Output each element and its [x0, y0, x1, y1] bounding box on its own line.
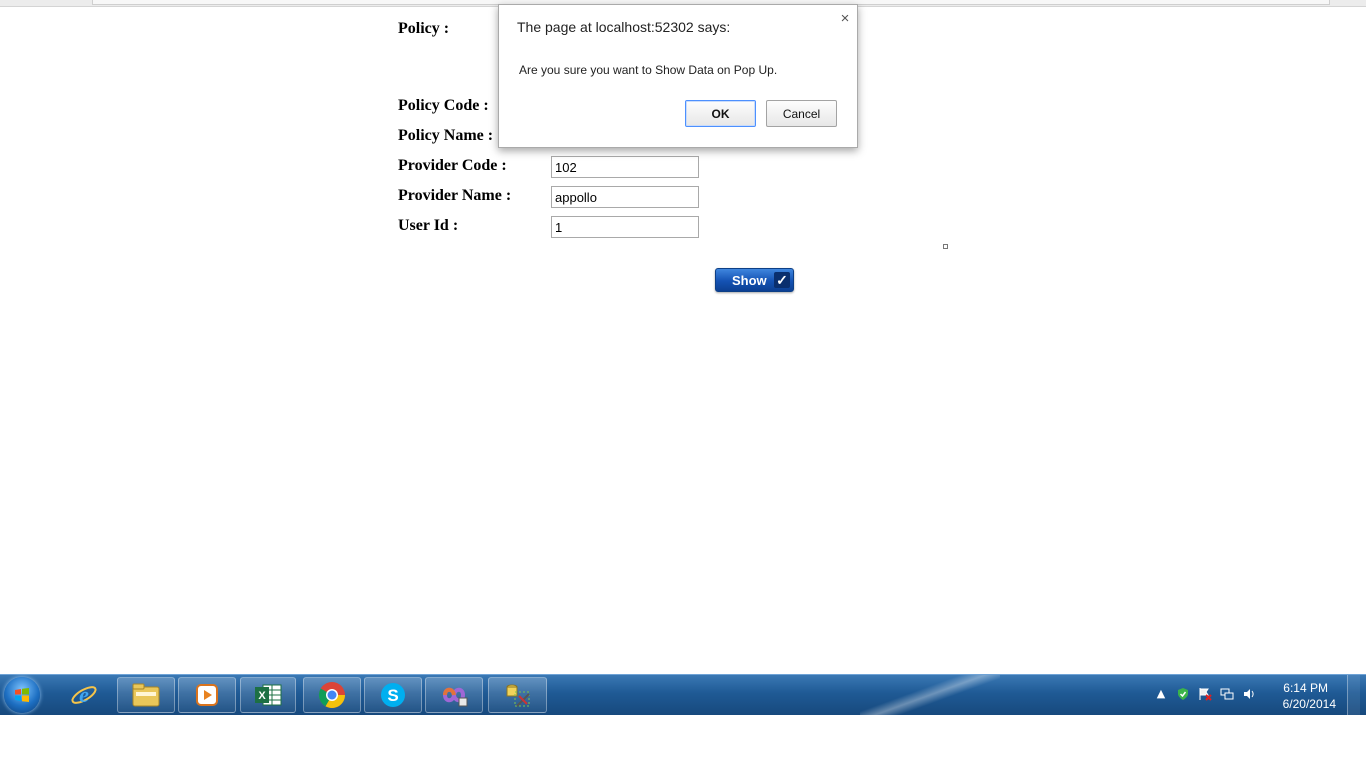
sql-tool-icon[interactable] [488, 677, 547, 713]
excel-glyph-icon: X [255, 684, 282, 706]
policy-code-label: Policy Code : [398, 97, 489, 114]
clock-time[interactable]: 6:14 PM [1283, 681, 1328, 695]
provider-code-label: Provider Code : [398, 157, 507, 174]
windows-explorer-icon[interactable] [117, 677, 175, 713]
volume-icon[interactable] [1242, 687, 1256, 701]
visual-studio-icon[interactable] [425, 677, 483, 713]
network-icon[interactable] [1220, 687, 1234, 701]
svg-text:S: S [387, 686, 398, 705]
taskbar: e X S ▲ 6:14 PM 6/20/2014 [0, 674, 1366, 715]
infinity-icon [442, 687, 468, 707]
windows-logo-icon [15, 688, 29, 702]
clock-date[interactable]: 6/20/2014 [1283, 697, 1336, 711]
confirm-dialog: The page at localhost:52302 says: × Are … [498, 4, 858, 148]
chrome-glyph-icon [318, 682, 346, 709]
skype-icon[interactable]: S [364, 677, 422, 713]
policy-name-label: Policy Name : [398, 127, 494, 144]
cancel-button[interactable]: Cancel [766, 100, 837, 127]
svg-text:e: e [79, 682, 89, 707]
close-icon[interactable]: × [838, 11, 852, 27]
show-button-label: Show [732, 273, 767, 288]
small-checkbox[interactable] [943, 244, 948, 249]
database-tools-icon [506, 684, 530, 707]
security-shield-icon[interactable] [1176, 687, 1190, 701]
policy-label: Policy : [398, 20, 450, 37]
ie-glyph-icon: e [71, 682, 97, 707]
chrome-icon[interactable] [303, 677, 361, 713]
excel-icon[interactable]: X [240, 677, 296, 713]
dialog-title: The page at localhost:52302 says: [517, 19, 731, 35]
folder-icon [132, 683, 160, 707]
user-id-input[interactable] [551, 216, 699, 238]
blank-area [0, 715, 1366, 768]
ok-button[interactable]: OK [685, 100, 756, 127]
show-hidden-icons-icon[interactable]: ▲ [1154, 687, 1168, 701]
user-id-label: User Id : [398, 217, 459, 234]
start-button[interactable] [4, 677, 40, 713]
system-tray: ▲ 6:14 PM 6/20/2014 [1154, 675, 1366, 715]
play-icon [196, 684, 218, 706]
svg-text:X: X [258, 690, 266, 702]
media-player-icon[interactable] [178, 677, 236, 713]
taskbar-glare [860, 675, 1000, 715]
provider-code-input[interactable] [551, 156, 699, 178]
action-center-flag-icon[interactable] [1198, 687, 1212, 701]
skype-glyph-icon: S [381, 683, 405, 707]
internet-explorer-icon[interactable]: e [58, 677, 110, 713]
provider-name-input[interactable] [551, 186, 699, 208]
provider-name-label: Provider Name : [398, 187, 512, 204]
show-desktop-button[interactable] [1347, 675, 1360, 715]
dialog-message: Are you sure you want to Show Data on Po… [519, 63, 778, 77]
show-button[interactable]: Show ✓ [715, 268, 794, 292]
checkmark-icon: ✓ [774, 272, 790, 288]
